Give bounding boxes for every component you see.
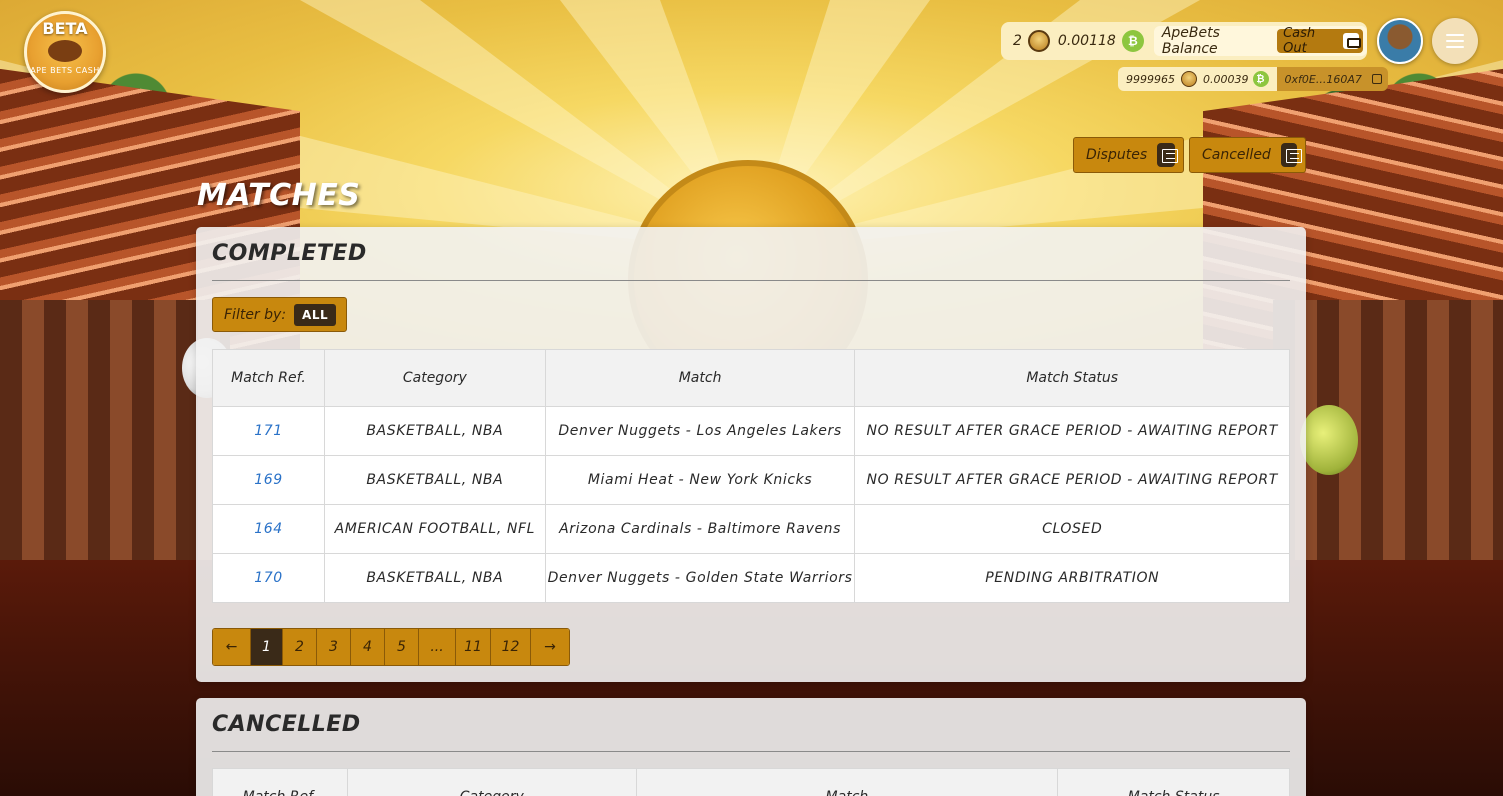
- match-cell: Miami Heat - New York Knicks: [544, 455, 856, 505]
- ape-token-icon: [1181, 71, 1197, 87]
- cancelled-label: Cancelled: [1202, 147, 1271, 163]
- table-row: 169 BASKETBALL, NBA Miami Heat - New Yor…: [212, 455, 1290, 505]
- pagination-page[interactable]: 5: [385, 629, 419, 665]
- menu-line: [1446, 40, 1464, 42]
- disputes-label: Disputes: [1086, 147, 1148, 163]
- match-ref-link[interactable]: 171: [212, 406, 325, 456]
- hamburger-menu-button[interactable]: [1432, 18, 1478, 64]
- column-header-status[interactable]: Match Status: [854, 349, 1290, 407]
- match-cell: Denver Nuggets - Los Angeles Lakers: [544, 406, 856, 456]
- table-list-icon: [1280, 143, 1303, 167]
- pagination-page[interactable]: 2: [283, 629, 317, 665]
- pagination-prev[interactable]: ←: [213, 629, 251, 665]
- category-cell: AMERICAN FOOTBALL, NFL: [323, 504, 546, 554]
- filter-value: ALL: [294, 303, 337, 326]
- match-ref-link[interactable]: 164: [212, 504, 325, 554]
- pagination-page[interactable]: 1: [251, 629, 283, 665]
- table-header-row: Match Ref. Category Match Match Status: [212, 349, 1290, 407]
- table-list-icon: [1157, 143, 1178, 167]
- table-row: 164 AMERICAN FOOTBALL, NFL Arizona Cardi…: [212, 504, 1290, 554]
- cash-out-label: Cash Out: [1283, 26, 1316, 56]
- wallet-icon: [1342, 33, 1362, 49]
- column-header-ref[interactable]: Match Ref.: [212, 349, 325, 407]
- user-avatar[interactable]: [1377, 18, 1423, 64]
- completed-matches-table: Match Ref. Category Match Match Status 1…: [212, 349, 1290, 603]
- cancelled-button[interactable]: Cancelled: [1189, 137, 1306, 173]
- beta-label: BETA: [42, 19, 88, 38]
- completed-title: COMPLETED: [212, 241, 367, 266]
- status-cell: PENDING ARBITRATION: [854, 553, 1290, 603]
- table-header-row: Match Ref. Category Match Match Status: [212, 768, 1290, 796]
- wallet-btc-amount: 0.00039: [1203, 72, 1249, 86]
- match-cell: Denver Nuggets - Golden State Warriors: [544, 553, 856, 603]
- ape-token-icon: [1027, 30, 1050, 52]
- page-title: MATCHES: [197, 178, 361, 213]
- disputes-button[interactable]: Disputes: [1073, 137, 1184, 173]
- cancelled-title: CANCELLED: [212, 712, 361, 737]
- column-header-status[interactable]: Match Status: [1057, 768, 1290, 796]
- category-cell: BASKETBALL, NBA: [323, 455, 546, 505]
- column-header-category[interactable]: Category: [323, 349, 546, 407]
- filter-label: Filter by:: [224, 306, 287, 323]
- logo-wordmark: APE BETS CASH: [30, 66, 100, 75]
- connected-wallet: 9999965 0.00039 ₿ 0xf0E...160A7: [1118, 67, 1388, 91]
- match-ref-link[interactable]: 170: [212, 553, 325, 603]
- pagination: ← 1 2 3 4 5 ... 11 12 →: [212, 628, 570, 666]
- divider: [212, 751, 1290, 752]
- pagination-page[interactable]: 11: [456, 629, 491, 665]
- ape-face-icon: [48, 40, 82, 62]
- wallet-address-text: 0xf0E...160A7: [1284, 72, 1362, 86]
- cancelled-panel: CANCELLED Match Ref. Category Match Matc…: [196, 698, 1306, 796]
- category-cell: BASKETBALL, NBA: [323, 553, 546, 603]
- wallet-summary: 2 0.00118 ₿ ApeBets Balance Cash Out: [1001, 22, 1367, 60]
- bitcoin-cash-icon: ₿: [1252, 71, 1269, 87]
- apebets-logo[interactable]: BETA APE BETS CASH: [24, 11, 106, 93]
- btc-amount: 0.00118: [1057, 33, 1116, 49]
- cash-out-button[interactable]: Cash Out: [1277, 26, 1363, 56]
- apebets-balance: ApeBets Balance Cash Out: [1153, 25, 1367, 57]
- column-header-match[interactable]: Match: [635, 768, 1059, 796]
- menu-line: [1446, 34, 1464, 36]
- cancelled-matches-table: Match Ref. Category Match Match Status: [212, 768, 1290, 796]
- column-header-match[interactable]: Match: [544, 349, 856, 407]
- status-cell: NO RESULT AFTER GRACE PERIOD - AWAITING …: [854, 406, 1290, 456]
- pagination-page[interactable]: 4: [351, 629, 385, 665]
- pagination-page[interactable]: 3: [317, 629, 351, 665]
- divider: [212, 280, 1290, 281]
- menu-line: [1446, 46, 1464, 48]
- column-header-ref[interactable]: Match Ref.: [212, 768, 348, 796]
- category-cell: BASKETBALL, NBA: [323, 406, 546, 456]
- pagination-page[interactable]: 12: [491, 629, 531, 665]
- status-cell: CLOSED: [854, 504, 1290, 554]
- table-row: 171 BASKETBALL, NBA Denver Nuggets - Los…: [212, 406, 1290, 456]
- match-ref-link[interactable]: 169: [212, 455, 325, 505]
- match-cell: Arizona Cardinals - Baltimore Ravens: [544, 504, 856, 554]
- pagination-next[interactable]: →: [531, 629, 569, 665]
- balance-label: ApeBets Balance: [1161, 25, 1220, 57]
- wallet-address[interactable]: 0xf0E...160A7: [1276, 67, 1388, 91]
- filter-button[interactable]: Filter by: ALL: [212, 297, 347, 332]
- status-cell: NO RESULT AFTER GRACE PERIOD - AWAITING …: [854, 455, 1290, 505]
- completed-panel: COMPLETED Filter by: ALL Match Ref. Cate…: [196, 227, 1306, 682]
- column-header-category[interactable]: Category: [346, 768, 637, 796]
- wallet-ape-count: 9999965: [1126, 72, 1175, 86]
- bitcoin-cash-icon: ₿: [1121, 30, 1144, 52]
- ape-token-count: 2: [1013, 33, 1022, 49]
- tennis-racket-icon: [1300, 405, 1358, 475]
- copy-icon[interactable]: [1371, 74, 1382, 84]
- table-row: 170 BASKETBALL, NBA Denver Nuggets - Gol…: [212, 553, 1290, 603]
- pagination-ellipsis: ...: [419, 629, 456, 665]
